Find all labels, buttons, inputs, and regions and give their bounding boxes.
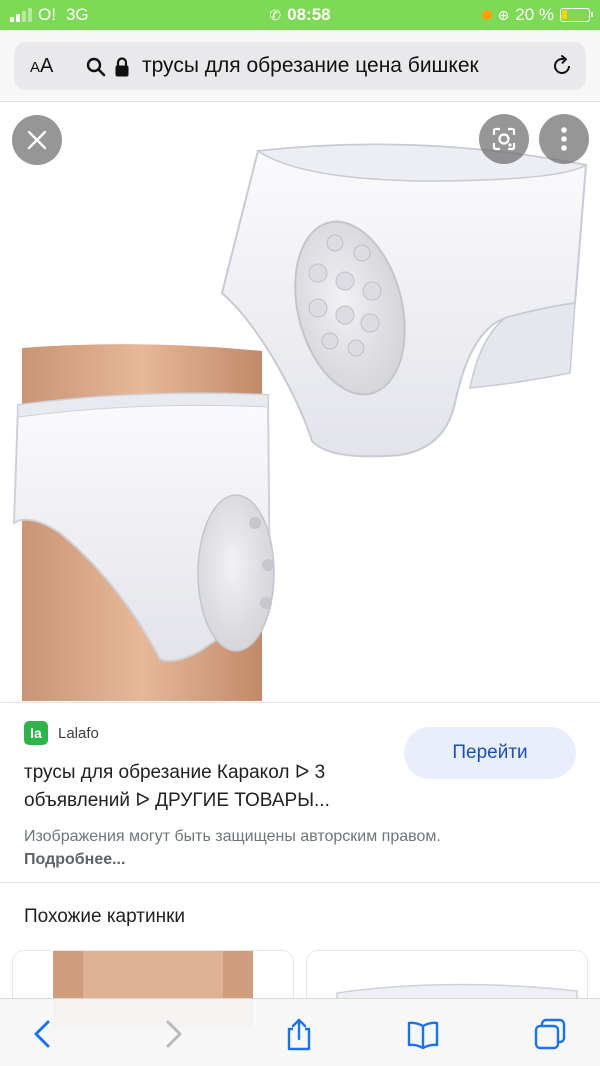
back-icon[interactable]: [26, 1017, 60, 1051]
battery-percent: 20 %: [515, 5, 554, 24]
bookmarks-icon[interactable]: [406, 1017, 440, 1051]
reload-icon[interactable]: [550, 54, 574, 78]
product-image: [12, 143, 589, 701]
status-bar: O! 3G ✆ 08:58 ⊕ 20 %: [0, 0, 600, 30]
result-info: la Lalafo Перейти трусы для обрезание Ка…: [0, 702, 600, 882]
copyright-text: Изображения могут быть защищены авторски…: [24, 828, 441, 845]
orientation-lock-icon: ⊕: [497, 6, 510, 23]
browser-toolbar: [0, 998, 600, 1066]
learn-more-link[interactable]: Подробнее...: [24, 851, 125, 868]
image-preview[interactable]: [0, 103, 600, 701]
text-size-button[interactable]: AA: [30, 55, 53, 78]
mic-in-use-icon: [481, 10, 492, 20]
battery-icon: [560, 8, 593, 22]
url-text[interactable]: трусы для обрезание цена бишкек: [142, 54, 522, 78]
briefs-image-left: [12, 344, 275, 701]
section-divider: [0, 882, 600, 883]
battery-level: [562, 10, 567, 19]
lens-button[interactable]: [479, 114, 529, 164]
more-vertical-icon: [561, 127, 567, 151]
lock-icon: [115, 57, 129, 77]
share-icon[interactable]: [282, 1017, 316, 1051]
browser-address-area: AA трусы для обрезание цена бишкек: [0, 30, 600, 102]
address-bar[interactable]: AA трусы для обрезание цена бишкек: [14, 42, 586, 90]
tabs-icon[interactable]: [533, 1017, 567, 1051]
phone-icon: ✆: [269, 7, 282, 23]
lalafo-logo-icon: la: [24, 721, 48, 745]
source-row[interactable]: la Lalafo: [24, 721, 99, 745]
status-right: ⊕ 20 %: [481, 5, 593, 25]
more-options-button[interactable]: [539, 114, 589, 164]
result-title[interactable]: трусы для обрезание Каракол ᐅ 3 объявлен…: [24, 759, 384, 815]
go-to-site-button[interactable]: Перейти: [404, 727, 576, 779]
status-time: 08:58: [287, 5, 331, 24]
briefs-image-right: [220, 143, 589, 458]
lens-icon: [492, 127, 516, 151]
forward-icon[interactable]: [156, 1017, 190, 1051]
similar-images-heading: Похожие картинки: [24, 906, 185, 927]
close-icon: [27, 130, 47, 150]
copyright-notice: Изображения могут быть защищены авторски…: [24, 825, 444, 871]
source-name[interactable]: Lalafo: [58, 725, 99, 742]
search-icon: [86, 57, 106, 77]
close-button[interactable]: [12, 115, 62, 165]
